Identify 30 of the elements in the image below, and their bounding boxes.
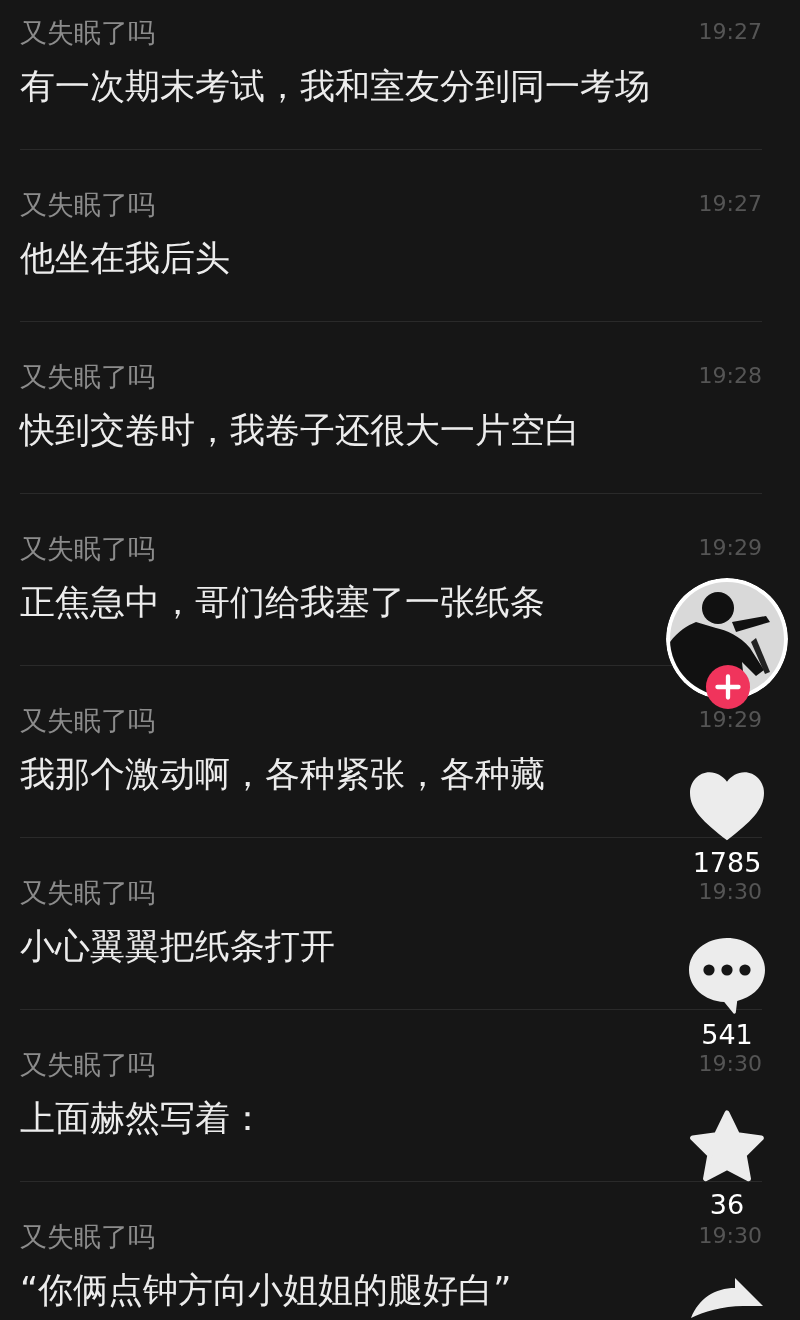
message-text: 我那个激动啊，各种紧张，各种藏 xyxy=(20,753,545,796)
message-text: 小心翼翼把纸条打开 xyxy=(20,925,335,968)
action-count: 541 xyxy=(701,1020,753,1050)
message-time: 19:30 xyxy=(698,1225,762,1247)
sender-name: 又失眠了吗 xyxy=(20,18,155,46)
action-count: 1785 xyxy=(692,848,762,878)
star-icon[interactable] xyxy=(687,1108,767,1184)
message-time: 19:30 xyxy=(698,881,762,903)
sender-name: 又失眠了吗 xyxy=(20,534,155,562)
message-text: 上面赫然写着： xyxy=(20,1097,265,1140)
sender-name: 又失眠了吗 xyxy=(20,362,155,390)
sender-name: 又失眠了吗 xyxy=(20,878,155,906)
comment-bubble-icon[interactable] xyxy=(687,936,767,1014)
sender-name: 又失眠了吗 xyxy=(20,1050,155,1078)
message-time: 19:28 xyxy=(698,365,762,387)
message-time: 19:29 xyxy=(698,709,762,731)
sender-name: 又失眠了吗 xyxy=(20,706,155,734)
message-text: 正焦急中，哥们给我塞了一张纸条 xyxy=(20,581,545,624)
action-count: 36 xyxy=(709,1190,745,1220)
message-time: 19:27 xyxy=(698,21,762,43)
message-text: 快到交卷时，我卷子还很大一片空白 xyxy=(20,409,580,452)
sender-name: 又失眠了吗 xyxy=(20,190,155,218)
sender-name: 又失眠了吗 xyxy=(20,1222,155,1250)
message-text: 有一次期末考试，我和室友分到同一考场 xyxy=(20,65,650,108)
follow-plus-icon[interactable] xyxy=(705,664,751,710)
message-time: 19:29 xyxy=(698,537,762,559)
message-text: “你俩点钟方向小姐姐的腿好白” xyxy=(20,1269,512,1312)
message-time: 19:27 xyxy=(698,193,762,215)
message-text: 他坐在我后头 xyxy=(20,237,230,280)
message-time: 19:30 xyxy=(698,1053,762,1075)
